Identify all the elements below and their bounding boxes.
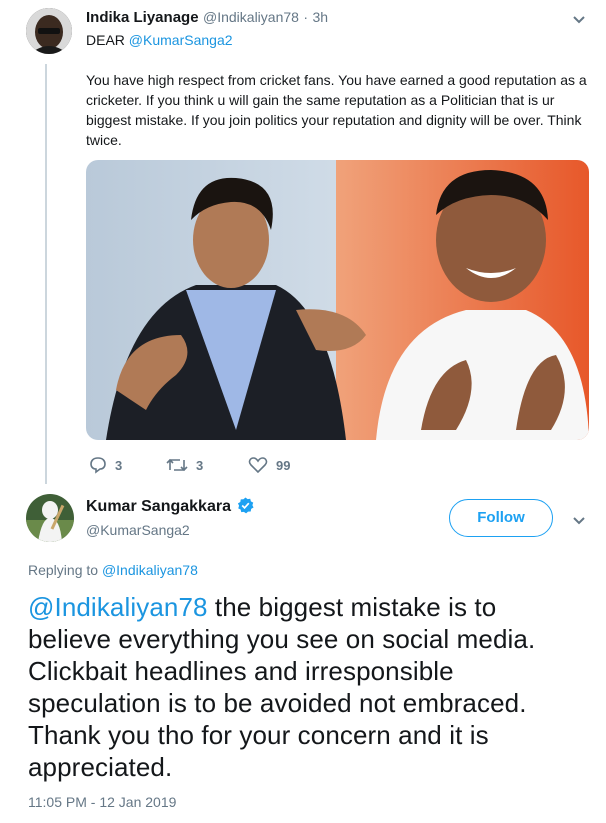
tweet1-mention-link[interactable]: @KumarSanga2	[129, 32, 233, 48]
tweet1-reply-count: 3	[115, 457, 123, 473]
tweet1-separator: ·	[303, 9, 309, 25]
tweet2-author-name-row[interactable]: Kumar Sangakkara	[86, 497, 254, 516]
thread-connector-line	[45, 64, 47, 484]
tweet2-menu-button[interactable]	[572, 513, 586, 531]
replying-to: Replying to @Indikaliyan78	[28, 562, 198, 578]
verified-icon	[238, 497, 254, 514]
like-icon	[248, 457, 268, 474]
chevron-down-icon	[573, 16, 585, 24]
replying-to-handle-link[interactable]: @Indikaliyan78	[102, 562, 198, 578]
tweet1-retweet-count: 3	[196, 457, 204, 473]
tweet1-dear: DEAR	[86, 32, 125, 48]
tweet1-author-handle[interactable]: @Indikaliyan78	[203, 9, 299, 25]
tweet2-mention-link[interactable]: @Indikaliyan78	[28, 592, 208, 622]
tweet1-like-count: 99	[276, 457, 291, 473]
tweet1-photo[interactable]	[86, 160, 589, 440]
reply-icon	[90, 457, 106, 474]
tweet1-menu-button[interactable]	[572, 12, 586, 30]
follow-button[interactable]: Follow	[449, 499, 553, 537]
tweet2-timestamp[interactable]: 11:05 PM - 12 Jan 2019	[28, 794, 176, 810]
tweet1-salutation: DEAR @KumarSanga2	[86, 30, 233, 50]
tweet2-author-name[interactable]: Kumar Sangakkara	[86, 498, 231, 515]
retweet-icon	[166, 458, 188, 472]
tweet1-author-name[interactable]: Indika Liyanage	[86, 9, 199, 26]
tweet1-text: You have high respect from cricket fans.…	[86, 72, 587, 148]
chevron-down-icon	[573, 517, 585, 525]
tweet2-text: @Indikaliyan78 the biggest mistake is to…	[28, 591, 578, 783]
tweet2-author-handle[interactable]: @KumarSanga2	[86, 522, 190, 538]
tweet1-header: Indika Liyanage @Indikaliyan78 · 3h	[86, 9, 328, 27]
tweet1-reply-button[interactable]: 3	[89, 456, 122, 474]
tweet1-retweet-button[interactable]: 3	[166, 456, 203, 474]
replying-to-label: Replying to	[28, 562, 99, 578]
kumar-avatar[interactable]	[26, 494, 74, 542]
tweet1-time[interactable]: 3h	[313, 9, 329, 25]
indika-avatar[interactable]	[26, 8, 72, 54]
tweet1-like-button[interactable]: 99	[248, 456, 290, 474]
